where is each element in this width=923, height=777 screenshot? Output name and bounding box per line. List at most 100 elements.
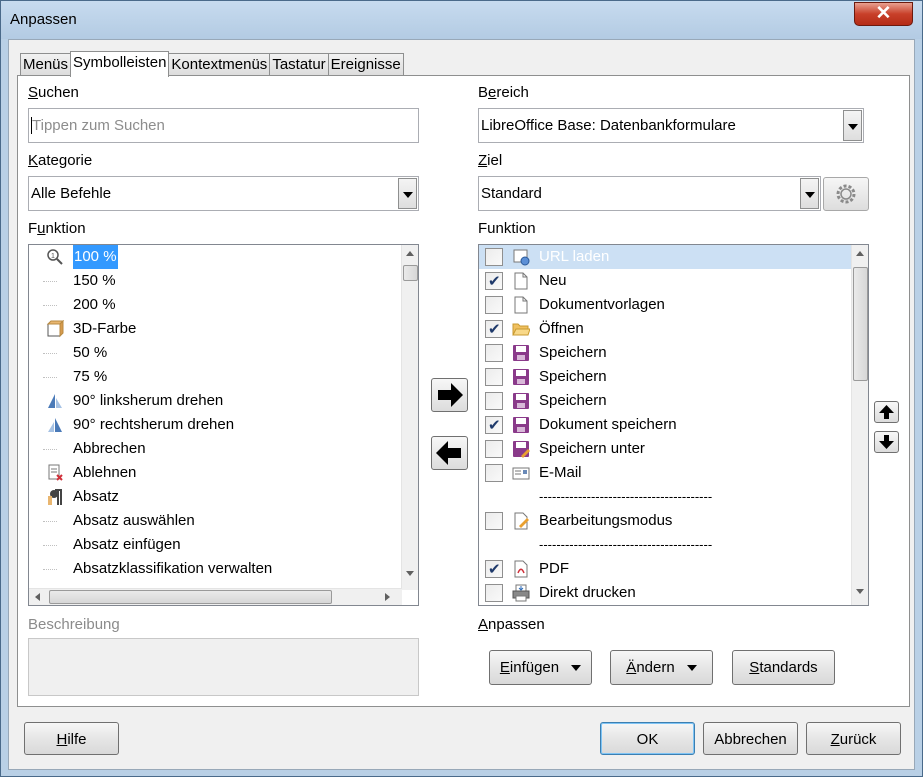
open-folder-icon bbox=[512, 320, 531, 338]
function-item-label: 75 % bbox=[73, 368, 108, 385]
target-dropdown-arrow-icon[interactable] bbox=[800, 178, 819, 209]
entry-checkbox[interactable] bbox=[485, 392, 503, 410]
function-item[interactable]: 90° rechtsherum drehen bbox=[29, 413, 418, 437]
function-item[interactable]: 200 % bbox=[29, 293, 418, 317]
tab-symbolleisten[interactable]: Symbolleisten bbox=[70, 51, 170, 77]
arrow-down-icon bbox=[879, 435, 894, 449]
entry-checkbox[interactable] bbox=[485, 344, 503, 362]
entry-checkbox[interactable] bbox=[485, 440, 503, 458]
defaults-button[interactable]: Standards bbox=[732, 650, 835, 685]
toolbar-entry-label: Dokument speichern bbox=[539, 416, 677, 433]
toolbar-entry[interactable]: Dokument speichern bbox=[479, 413, 852, 438]
entry-checkbox[interactable] bbox=[485, 248, 503, 266]
function-item[interactable]: Ablehnen bbox=[29, 461, 418, 485]
scroll-down-arrow-icon[interactable] bbox=[856, 589, 864, 594]
function-item[interactable]: 1 100 % bbox=[29, 245, 418, 269]
hscroll-thumb[interactable] bbox=[49, 590, 332, 604]
target-value: Standard bbox=[481, 185, 542, 202]
toolbar-entry[interactable]: URL laden bbox=[479, 245, 852, 269]
toolbar-entry[interactable]: PDF bbox=[479, 557, 852, 582]
add-to-toolbar-button[interactable] bbox=[431, 378, 468, 412]
move-up-button[interactable] bbox=[874, 401, 899, 423]
target-select[interactable]: Standard bbox=[478, 176, 821, 211]
separator-item[interactable]: ---------------------------------------- bbox=[479, 533, 852, 557]
arrow-up-icon bbox=[879, 405, 894, 419]
insert-button[interactable]: Einfügen bbox=[489, 650, 592, 685]
entry-checkbox[interactable] bbox=[485, 584, 503, 602]
toolbar-entry[interactable]: Speichern bbox=[479, 365, 852, 389]
entry-checkbox[interactable] bbox=[485, 464, 503, 482]
tree-connector bbox=[43, 521, 57, 522]
function-list-hscrollbar[interactable] bbox=[29, 588, 402, 605]
category-dropdown-arrow-icon[interactable] bbox=[398, 178, 417, 209]
close-button[interactable]: ✕ bbox=[854, 2, 913, 26]
function-item[interactable]: 50 % bbox=[29, 341, 418, 365]
tree-connector bbox=[43, 569, 57, 570]
toolbar-entry[interactable]: Neu bbox=[479, 269, 852, 294]
entry-checkbox[interactable] bbox=[485, 558, 503, 582]
function-item[interactable]: Absatz auswählen bbox=[29, 509, 418, 533]
scroll-right-arrow-icon[interactable] bbox=[385, 593, 390, 601]
area-dropdown-arrow-icon[interactable] bbox=[843, 110, 862, 141]
function-item-label: 150 % bbox=[73, 272, 116, 289]
help-button[interactable]: Hilfe bbox=[24, 722, 119, 755]
category-value: Alle Befehle bbox=[31, 185, 112, 202]
separator-item[interactable]: ---------------------------------------- bbox=[479, 485, 852, 509]
area-select[interactable]: LibreOffice Base: Datenbankformulare bbox=[478, 108, 864, 143]
function-item[interactable]: 150 % bbox=[29, 269, 418, 293]
pdf-icon bbox=[512, 560, 530, 578]
tab-tastatur[interactable]: Tastatur bbox=[269, 53, 329, 76]
scroll-up-arrow-icon[interactable] bbox=[856, 251, 864, 256]
function-item-label: 50 % bbox=[73, 344, 108, 361]
scroll-left-arrow-icon[interactable] bbox=[35, 593, 40, 601]
function-item[interactable]: 90° linksherum drehen bbox=[29, 389, 418, 413]
dropdown-arrow-icon bbox=[571, 665, 582, 672]
toolbar-settings-button[interactable] bbox=[823, 177, 869, 211]
function-item[interactable]: Absatzklassifikation verwalten bbox=[29, 557, 418, 581]
scroll-thumb[interactable] bbox=[403, 265, 418, 281]
area-value: LibreOffice Base: Datenbankformulare bbox=[481, 117, 736, 134]
category-select[interactable]: Alle Befehle bbox=[28, 176, 419, 211]
function-item[interactable]: 75 % bbox=[29, 365, 418, 389]
toolbar-entry[interactable]: Speichern unter bbox=[479, 437, 852, 461]
entry-checkbox[interactable] bbox=[485, 368, 503, 386]
toolbar-entry-label: Öffnen bbox=[539, 320, 584, 337]
tab-men-s[interactable]: Menüs bbox=[20, 53, 72, 76]
entry-checkbox[interactable] bbox=[485, 318, 503, 342]
entry-checkbox[interactable] bbox=[485, 296, 503, 314]
entry-checkbox[interactable] bbox=[485, 414, 503, 438]
scroll-up-arrow-icon[interactable] bbox=[406, 251, 414, 256]
toolbar-entry-label: PDF bbox=[539, 560, 569, 577]
ok-button[interactable]: OK bbox=[600, 722, 695, 755]
toolbar-entry[interactable]: Speichern bbox=[479, 341, 852, 365]
tree-connector bbox=[43, 545, 57, 546]
toolbar-entry[interactable]: Direkt drucken bbox=[479, 581, 852, 605]
toolbar-entry[interactable]: E-Mail bbox=[479, 461, 852, 485]
toolbar-entry[interactable]: Speichern bbox=[479, 389, 852, 413]
function-item[interactable]: Absatz bbox=[29, 485, 418, 509]
toolbar-entry[interactable]: Bearbeitungsmodus bbox=[479, 509, 852, 533]
entries-scroll-thumb[interactable] bbox=[853, 267, 868, 381]
function-list-vscrollbar[interactable] bbox=[401, 245, 418, 590]
remove-from-toolbar-button[interactable] bbox=[431, 436, 468, 470]
move-down-button[interactable] bbox=[874, 431, 899, 453]
entries-vscrollbar[interactable] bbox=[851, 245, 868, 605]
function-item[interactable]: 3D-Farbe bbox=[29, 317, 418, 341]
toolbar-entry[interactable]: Öffnen bbox=[479, 317, 852, 342]
function-item[interactable]: Abbrechen bbox=[29, 437, 418, 461]
tab-kontextmen-s[interactable]: Kontextmenüs bbox=[168, 53, 271, 76]
paragraph-icon bbox=[46, 488, 64, 506]
tab-ereignisse[interactable]: Ereignisse bbox=[327, 53, 404, 76]
entry-checkbox[interactable] bbox=[485, 270, 503, 294]
function-list[interactable]: 1 100 % 150 % 200 % 3D-Farbe 50 % 75 % 90° link… bbox=[28, 244, 419, 606]
scroll-down-arrow-icon[interactable] bbox=[406, 571, 414, 576]
separator-line: ---------------------------------------- bbox=[539, 489, 713, 504]
reset-button[interactable]: Zurück bbox=[806, 722, 901, 755]
function-item[interactable]: Absatz einfügen bbox=[29, 533, 418, 557]
search-input[interactable]: Tippen zum Suchen bbox=[28, 108, 419, 143]
entry-checkbox[interactable] bbox=[485, 512, 503, 530]
cancel-button[interactable]: Abbrechen bbox=[703, 722, 798, 755]
toolbar-entry[interactable]: Dokumentvorlagen bbox=[479, 293, 852, 317]
toolbar-entries-list[interactable]: URL laden Neu Dokumentvorlagen Öffnen Speich… bbox=[478, 244, 869, 606]
modify-button[interactable]: Ändern bbox=[610, 650, 713, 685]
